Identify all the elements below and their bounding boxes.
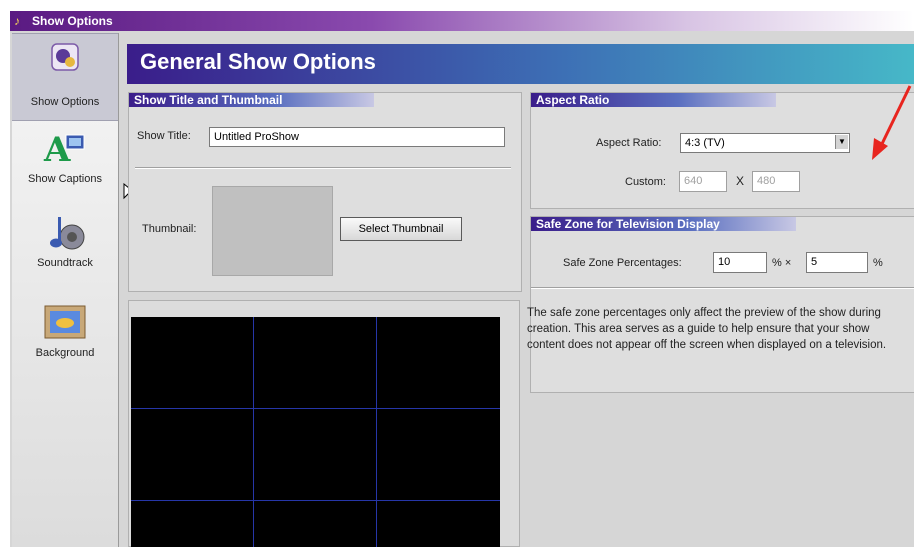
title-bar: ♪ Show Options: [10, 11, 914, 31]
aspect-ratio-select[interactable]: 4:3 (TV) ▼: [680, 133, 850, 153]
page-title: General Show Options: [140, 49, 376, 74]
captions-icon: A: [43, 130, 85, 167]
aspect-ratio-label: Aspect Ratio:: [596, 137, 662, 149]
panel-heading: Aspect Ratio: [531, 93, 776, 107]
annotation-arrow-icon: [872, 85, 912, 160]
sidebar-item-show-options[interactable]: Show Options: [12, 33, 118, 121]
sidebar-item-label: Background: [35, 347, 95, 359]
grid-line: [376, 317, 377, 547]
page-header: General Show Options: [127, 44, 914, 84]
show-options-icon: ♪: [14, 14, 20, 28]
percent-symbol: %: [873, 257, 883, 269]
divider: [531, 287, 914, 289]
sidebar-item-soundtrack[interactable]: Soundtrack: [12, 205, 118, 285]
grid-line: [131, 408, 500, 409]
divider: [135, 167, 511, 169]
sidebar: Show Options A Show Captions Soundtrack: [12, 33, 119, 547]
percent-times-label: % ×: [772, 257, 792, 269]
show-title-input[interactable]: Untitled ProShow: [209, 127, 505, 147]
select-thumbnail-button[interactable]: Select Thumbnail: [340, 217, 462, 241]
aspect-ratio-value: 4:3 (TV): [685, 137, 725, 149]
safe-zone-horizontal-input[interactable]: 10: [713, 252, 767, 273]
sidebar-item-show-captions[interactable]: A Show Captions: [12, 123, 118, 203]
safe-zone-preview: [131, 317, 500, 547]
safe-zone-description: The safe zone percentages only affect th…: [527, 307, 887, 351]
grid-line: [253, 317, 254, 547]
thumbnail-preview[interactable]: [212, 186, 333, 276]
chevron-down-icon[interactable]: ▼: [835, 135, 848, 149]
show-title-panel: Show Title and Thumbnail Show Title: Unt…: [128, 92, 522, 292]
panel-heading: Safe Zone for Television Display: [531, 217, 796, 231]
custom-width-input[interactable]: 640: [679, 171, 727, 192]
custom-label: Custom:: [625, 176, 666, 188]
sidebar-item-label: Show Captions: [28, 173, 102, 185]
aspect-ratio-panel: Aspect Ratio Aspect Ratio: 4:3 (TV) ▼ Cu…: [530, 92, 914, 209]
window-title: Show Options: [32, 14, 113, 28]
background-icon: [44, 305, 86, 339]
sidebar-item-background[interactable]: Background: [12, 295, 118, 375]
safe-zone-label: Safe Zone Percentages:: [563, 257, 682, 269]
show-options-icon: [51, 43, 79, 71]
sidebar-item-label: Soundtrack: [37, 257, 93, 269]
custom-height-input[interactable]: 480: [752, 171, 800, 192]
safe-zone-vertical-input[interactable]: 5: [806, 252, 868, 273]
show-title-label: Show Title:: [137, 130, 191, 142]
safe-zone-panel: Safe Zone for Television Display Safe Zo…: [527, 216, 914, 393]
thumbnail-label: Thumbnail:: [142, 223, 197, 235]
times-symbol: X: [736, 174, 745, 188]
sidebar-item-label: Show Options: [30, 96, 100, 108]
soundtrack-icon: [50, 217, 85, 250]
panel-heading: Show Title and Thumbnail: [129, 93, 374, 107]
grid-line: [131, 500, 500, 501]
